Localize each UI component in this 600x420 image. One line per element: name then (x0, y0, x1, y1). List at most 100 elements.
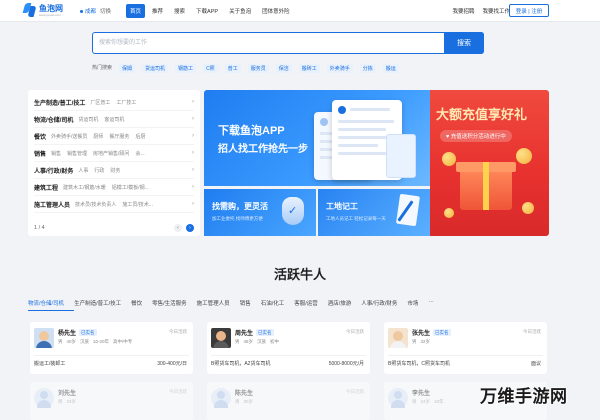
category-sub[interactable]: 外卖骑手/送餐员 (51, 133, 87, 140)
tab-manufacturing[interactable]: 生产制造/普工/技工 (74, 299, 121, 311)
category-sub[interactable]: 财务 (110, 167, 120, 174)
category-sub[interactable]: 技术员/技术负责人 (75, 201, 116, 208)
category-row[interactable]: 物流/仓储/司机 货运司机 客运司机 › (34, 111, 194, 128)
hot-tag[interactable]: 钢筋工 (175, 64, 197, 73)
nav-home[interactable]: 首页 (126, 4, 146, 18)
login-register-button[interactable]: 登录 | 注册 (509, 4, 549, 17)
coin-icon (442, 152, 456, 166)
category-row[interactable]: 人事/行政/财务 人事 行政 财务 › (34, 162, 194, 179)
next-page-button[interactable]: › (186, 224, 194, 232)
tab-hr-admin[interactable]: 人事/行政/财务 (361, 299, 397, 311)
talent-card[interactable]: 杨先生 已实名 今日活跃 男 40岁 汉族 10-20年 高中/中专 搬运工/装卸工 3… (30, 322, 193, 374)
category-row[interactable]: 施工管理人员 技术员/技术负责人 施工员/技术... › (34, 196, 194, 213)
hot-tag[interactable]: 外卖骑手 (326, 64, 353, 73)
location-icon (80, 9, 83, 13)
talent-meta: 男 46岁 汉族 初中 (235, 339, 280, 344)
category-title[interactable]: 物流/仓储/司机 (34, 115, 73, 124)
download-app-banner[interactable]: 下载鱼泡APP 招人找工作抢先一步 (204, 90, 430, 186)
expected-salary: 5000-8000元/月 (328, 361, 364, 367)
tab-retail[interactable]: 零售/生活服务 (152, 299, 187, 311)
hot-tag[interactable]: 搬运 (382, 64, 399, 73)
hot-tag[interactable]: 普工 (224, 64, 241, 73)
category-title[interactable]: 餐饮 (34, 132, 46, 141)
hot-tag[interactable]: 货运司机 (142, 64, 169, 73)
category-row[interactable]: 餐饮 外卖骑手/送餐员 厨师 餐厅服务 后厨 › (34, 128, 194, 145)
category-row[interactable]: 生产制造/普工/技工 厂区普工 工厂技工 › (34, 94, 194, 111)
category-sub[interactable]: 厨师 (93, 133, 103, 140)
prev-page-button[interactable]: ‹ (174, 224, 182, 232)
hot-tag[interactable]: 分拣 (359, 64, 376, 73)
category-sub[interactable]: 人事 (78, 167, 88, 174)
search-button[interactable]: 搜索 (444, 32, 484, 54)
category-sub[interactable]: 餐厅服务 (109, 133, 129, 140)
category-title[interactable]: 人事/行政/财务 (34, 166, 73, 175)
banner-subtitle: 招人找工作抢先一步 (218, 144, 308, 155)
talent-name: 杨先生 (58, 331, 77, 337)
verified-badge: 已实名 (256, 329, 274, 336)
category-row[interactable]: 建筑工程 建筑木工/钢筋/水暖 铝模工/模板/钢... › (34, 179, 194, 196)
category-sub[interactable]: 会... (135, 150, 144, 157)
logo-mark-icon (22, 3, 37, 17)
talent-card[interactable]: 刘先生 今日活跃 男 23岁 (30, 382, 193, 420)
category-pagination: 1 / 4 ‹ › (34, 224, 194, 232)
tab-petrochemical[interactable]: 石油/化工 (261, 299, 285, 311)
hot-tag[interactable]: 搬砖工 (298, 64, 320, 73)
avatar (34, 328, 54, 348)
hire-flexible-banner[interactable]: 找需购，更灵活 加工业委托 找师傅更方便 ✓ (204, 189, 316, 236)
recharge-promo-banner[interactable]: 大额充值享好礼 ♥ 充值送积分活动进行中 (430, 90, 549, 236)
find-job-link[interactable]: 我要找工作 (482, 7, 510, 15)
category-sub[interactable]: 销售 (51, 150, 61, 157)
category-sub[interactable]: 后厨 (135, 133, 145, 140)
worksite-timesheet-banner[interactable]: 工地记工 工地人员记工 轻松记录每一天 (318, 189, 430, 236)
nav-insurance[interactable]: 团体意外险 (258, 4, 294, 18)
category-sub[interactable]: 建筑木工/钢筋/水暖 (63, 184, 106, 191)
section-title: 活跃牛人 (273, 267, 326, 282)
category-sub[interactable]: 施工员/技术... (122, 201, 153, 208)
activity-status: 今日活跃 (523, 329, 541, 334)
tab-catering[interactable]: 餐饮 (131, 299, 142, 311)
post-job-link[interactable]: 我要招聘 (452, 7, 474, 15)
tab-construction-mgmt[interactable]: 施工管理人员 (197, 299, 230, 311)
talent-category-tabs: 物流/仓储/司机 生产制造/普工/技工 餐饮 零售/生活服务 施工管理人员 销售… (28, 299, 549, 311)
talent-meta: 男 32岁 (412, 339, 431, 344)
tab-more[interactable]: ··· (428, 299, 434, 311)
category-sub[interactable]: 工厂技工 (116, 99, 136, 106)
nav-search[interactable]: 搜索 (170, 4, 189, 18)
category-row[interactable]: 销售 销售 销售管理 房地产销售/顾问 会... › (34, 145, 194, 162)
talent-card[interactable]: 陈先生 今日活跃 男 30岁 (207, 382, 370, 420)
hot-tag[interactable]: 保洁 (275, 64, 292, 73)
tab-sales[interactable]: 销售 (240, 299, 251, 311)
category-sub[interactable]: 房地产销售/顾问 (93, 150, 129, 157)
search-input[interactable] (93, 33, 445, 53)
category-sub[interactable]: 行政 (94, 167, 104, 174)
hot-tag[interactable]: 保姆 (119, 64, 136, 73)
tab-customer-service[interactable]: 客服/运营 (294, 299, 318, 311)
banner-subtitle: 工地人员记工 轻松记录每一天 (326, 216, 386, 221)
logo-url: www.yupao.com (39, 12, 61, 17)
expected-salary: 300-400元/日 (157, 361, 187, 367)
category-sub[interactable]: 货运司机 (78, 116, 98, 123)
nav-about[interactable]: 关于鱼泡 (225, 4, 255, 18)
category-title[interactable]: 建筑工程 (34, 183, 58, 192)
avatar (388, 388, 408, 408)
category-sub[interactable]: 销售管理 (67, 150, 87, 157)
site-logo[interactable]: 鱼泡网 www.yupao.com (22, 3, 63, 17)
category-title[interactable]: 生产制造/普工/技工 (34, 98, 85, 107)
category-sub[interactable]: 铝模工/模板/钢... (112, 184, 149, 191)
hot-tag[interactable]: 服务员 (247, 64, 269, 73)
activity-status: 今日活跃 (169, 389, 187, 394)
category-sub[interactable]: 客运司机 (104, 116, 124, 123)
city-selector[interactable]: 成都 切换 (80, 7, 111, 15)
talent-card[interactable]: 周先生 已实名 今日活跃 男 46岁 汉族 初中 B照货车司机，A2货车司机 5000… (207, 322, 370, 374)
category-title[interactable]: 施工管理人员 (34, 200, 70, 209)
nav-recommend[interactable]: 推荐 (148, 4, 167, 18)
talent-card[interactable]: 张先生 已实名 今日活跃 男 32岁 B照货车司机，C照货车司机 面议 (384, 322, 547, 374)
switch-city-link[interactable]: 切换 (100, 7, 111, 15)
category-sub[interactable]: 厂区普工 (90, 99, 110, 106)
category-title[interactable]: 销售 (34, 149, 46, 158)
nav-download-app[interactable]: 下载APP (192, 4, 222, 18)
verified-badge: 已实名 (433, 329, 451, 336)
tab-hotel-travel[interactable]: 酒店/旅游 (328, 299, 352, 311)
hot-tag[interactable]: C照 (203, 64, 218, 73)
tab-marketing[interactable]: 市场 (407, 299, 418, 311)
